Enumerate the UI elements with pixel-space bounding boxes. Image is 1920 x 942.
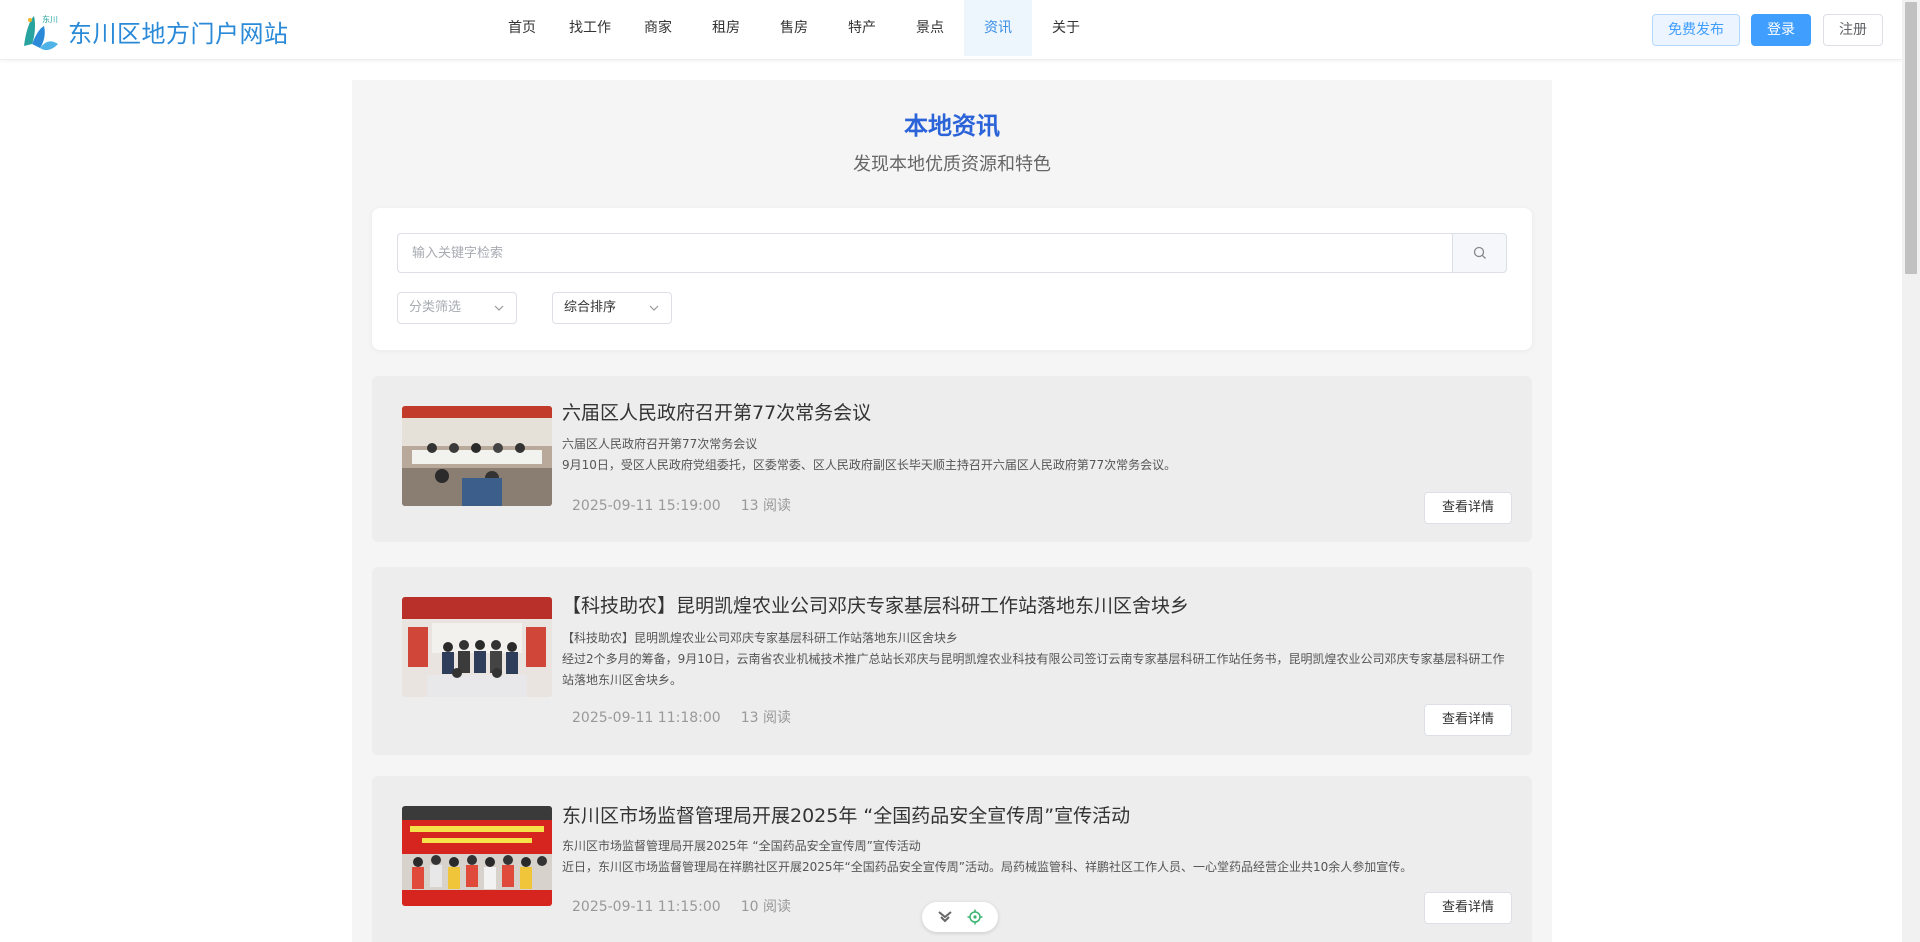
chevron-down-icon [494,305,504,311]
main-nav: 首页 找工作 商家 租房 售房 特产 景点 资讯 关于 [488,0,1100,56]
chevron-down-icon [649,305,659,311]
news-thumbnail[interactable] [402,406,552,506]
search-input[interactable] [397,233,1454,273]
news-summary-title: 六届区人民政府召开第77次常务会议 [562,437,758,451]
news-summary-title: 【科技助农】昆明凯煌农业公司邓庆专家基层科研工作站落地东川区舍块乡 [562,631,959,645]
news-date: 2025-09-11 15:19:00 [572,498,721,514]
page-title: 本地资讯 [904,112,1000,140]
search-icon [1473,246,1486,259]
view-detail-button[interactable]: 查看详情 [1424,892,1512,924]
nav-scenic[interactable]: 景点 [896,0,964,56]
news-title[interactable]: 东川区市场监督管理局开展2025年 “全国药品安全宣传周”宣传活动 [562,801,1130,828]
nav-about[interactable]: 关于 [1032,0,1100,56]
locate-icon[interactable] [967,909,983,925]
news-summary: 东川区市场监督管理局开展2025年 “全国药品安全宣传周”宣传活动 近日，东川区… [562,836,1512,878]
news-date: 2025-09-11 11:18:00 [572,710,721,726]
category-filter-select[interactable]: 分类筛选 [397,292,517,324]
news-reads: 13 阅读 [740,498,791,514]
news-meta: 2025-09-11 11:15:00 10 阅读 [572,896,791,916]
meeting-photo-image [402,406,552,506]
news-item[interactable]: 六届区人民政府召开第77次常务会议 六届区人民政府召开第77次常务会议 9月10… [372,376,1532,542]
news-date: 2025-09-11 11:15:00 [572,899,721,915]
news-meta: 2025-09-11 15:19:00 13 阅读 [572,495,791,515]
page-subtitle: 发现本地优质资源和特色 [853,154,1051,175]
news-title[interactable]: 【科技助农】昆明凯煌农业公司邓庆专家基层科研工作站落地东川区舍块乡 [562,591,1189,618]
search-panel: 分类筛选 综合排序 [372,208,1532,350]
view-detail-button[interactable]: 查看详情 [1424,492,1512,524]
news-main: 本地资讯 发现本地优质资源和特色 分类筛选 综合排序 [352,80,1552,942]
search-button[interactable] [1452,233,1507,273]
news-reads: 10 阅读 [740,899,791,915]
news-summary-title: 东川区市场监督管理局开展2025年 “全国药品安全宣传周”宣传活动 [562,839,921,853]
site-name: 东川区地方门户网站 [68,19,289,48]
view-detail-button[interactable]: 查看详情 [1424,704,1512,736]
news-thumbnail[interactable] [402,597,552,697]
svg-text:东川: 东川 [42,14,58,24]
news-summary: 【科技助农】昆明凯煌农业公司邓庆专家基层科研工作站落地东川区舍块乡 经过2个多月… [562,628,1512,691]
news-thumbnail[interactable] [402,806,552,906]
top-header: 东川 东川区地方门户网站 首页 找工作 商家 租房 售房 特产 景点 资讯 关于… [0,0,1902,60]
scrollbar-thumb[interactable] [1905,2,1917,274]
category-filter-placeholder: 分类筛选 [409,300,462,315]
news-summary-text: 9月10日，受区人民政府党组委托，区委常委、区人民政府副区长毕天顺主持召开六届区… [562,458,1177,472]
news-item[interactable]: 【科技助农】昆明凯煌农业公司邓庆专家基层科研工作站落地东川区舍块乡 【科技助农】… [372,567,1532,755]
login-button[interactable]: 登录 [1751,14,1811,46]
site-logo[interactable]: 东川 东川区地方门户网站 [20,10,289,52]
floating-toolbar [922,902,998,932]
nav-sale-house[interactable]: 售房 [760,0,828,56]
news-reads: 13 阅读 [740,710,791,726]
news-title[interactable]: 六届区人民政府召开第77次常务会议 [562,398,871,425]
page-scrollbar[interactable] [1902,0,1920,942]
news-meta: 2025-09-11 11:18:00 13 阅读 [572,707,791,727]
nav-merchants[interactable]: 商家 [624,0,692,56]
double-chevron-down-icon[interactable] [937,910,953,924]
nav-jobs[interactable]: 找工作 [556,0,624,56]
news-summary-text: 近日，东川区市场监督管理局在祥鹏社区开展2025年“全国药品安全宣传周”活动。局… [562,860,1413,874]
nav-specialty[interactable]: 特产 [828,0,896,56]
banner-photo-image [402,806,552,906]
group-photo-image [402,597,552,697]
nav-home[interactable]: 首页 [488,0,556,56]
news-summary: 六届区人民政府召开第77次常务会议 9月10日，受区人民政府党组委托，区委常委、… [562,434,1512,476]
sort-select-value: 综合排序 [564,300,617,315]
news-summary-text: 经过2个多月的筹备，9月10日，云南省农业机械技术推广总站长邓庆与昆明凯煌农业科… [562,652,1505,687]
register-button[interactable]: 注册 [1823,14,1883,46]
nav-news[interactable]: 资讯 [964,0,1032,56]
nav-rent[interactable]: 租房 [692,0,760,56]
sort-select[interactable]: 综合排序 [552,292,672,324]
free-publish-button[interactable]: 免费发布 [1652,14,1740,46]
logo-mark-icon: 东川 [24,14,58,51]
